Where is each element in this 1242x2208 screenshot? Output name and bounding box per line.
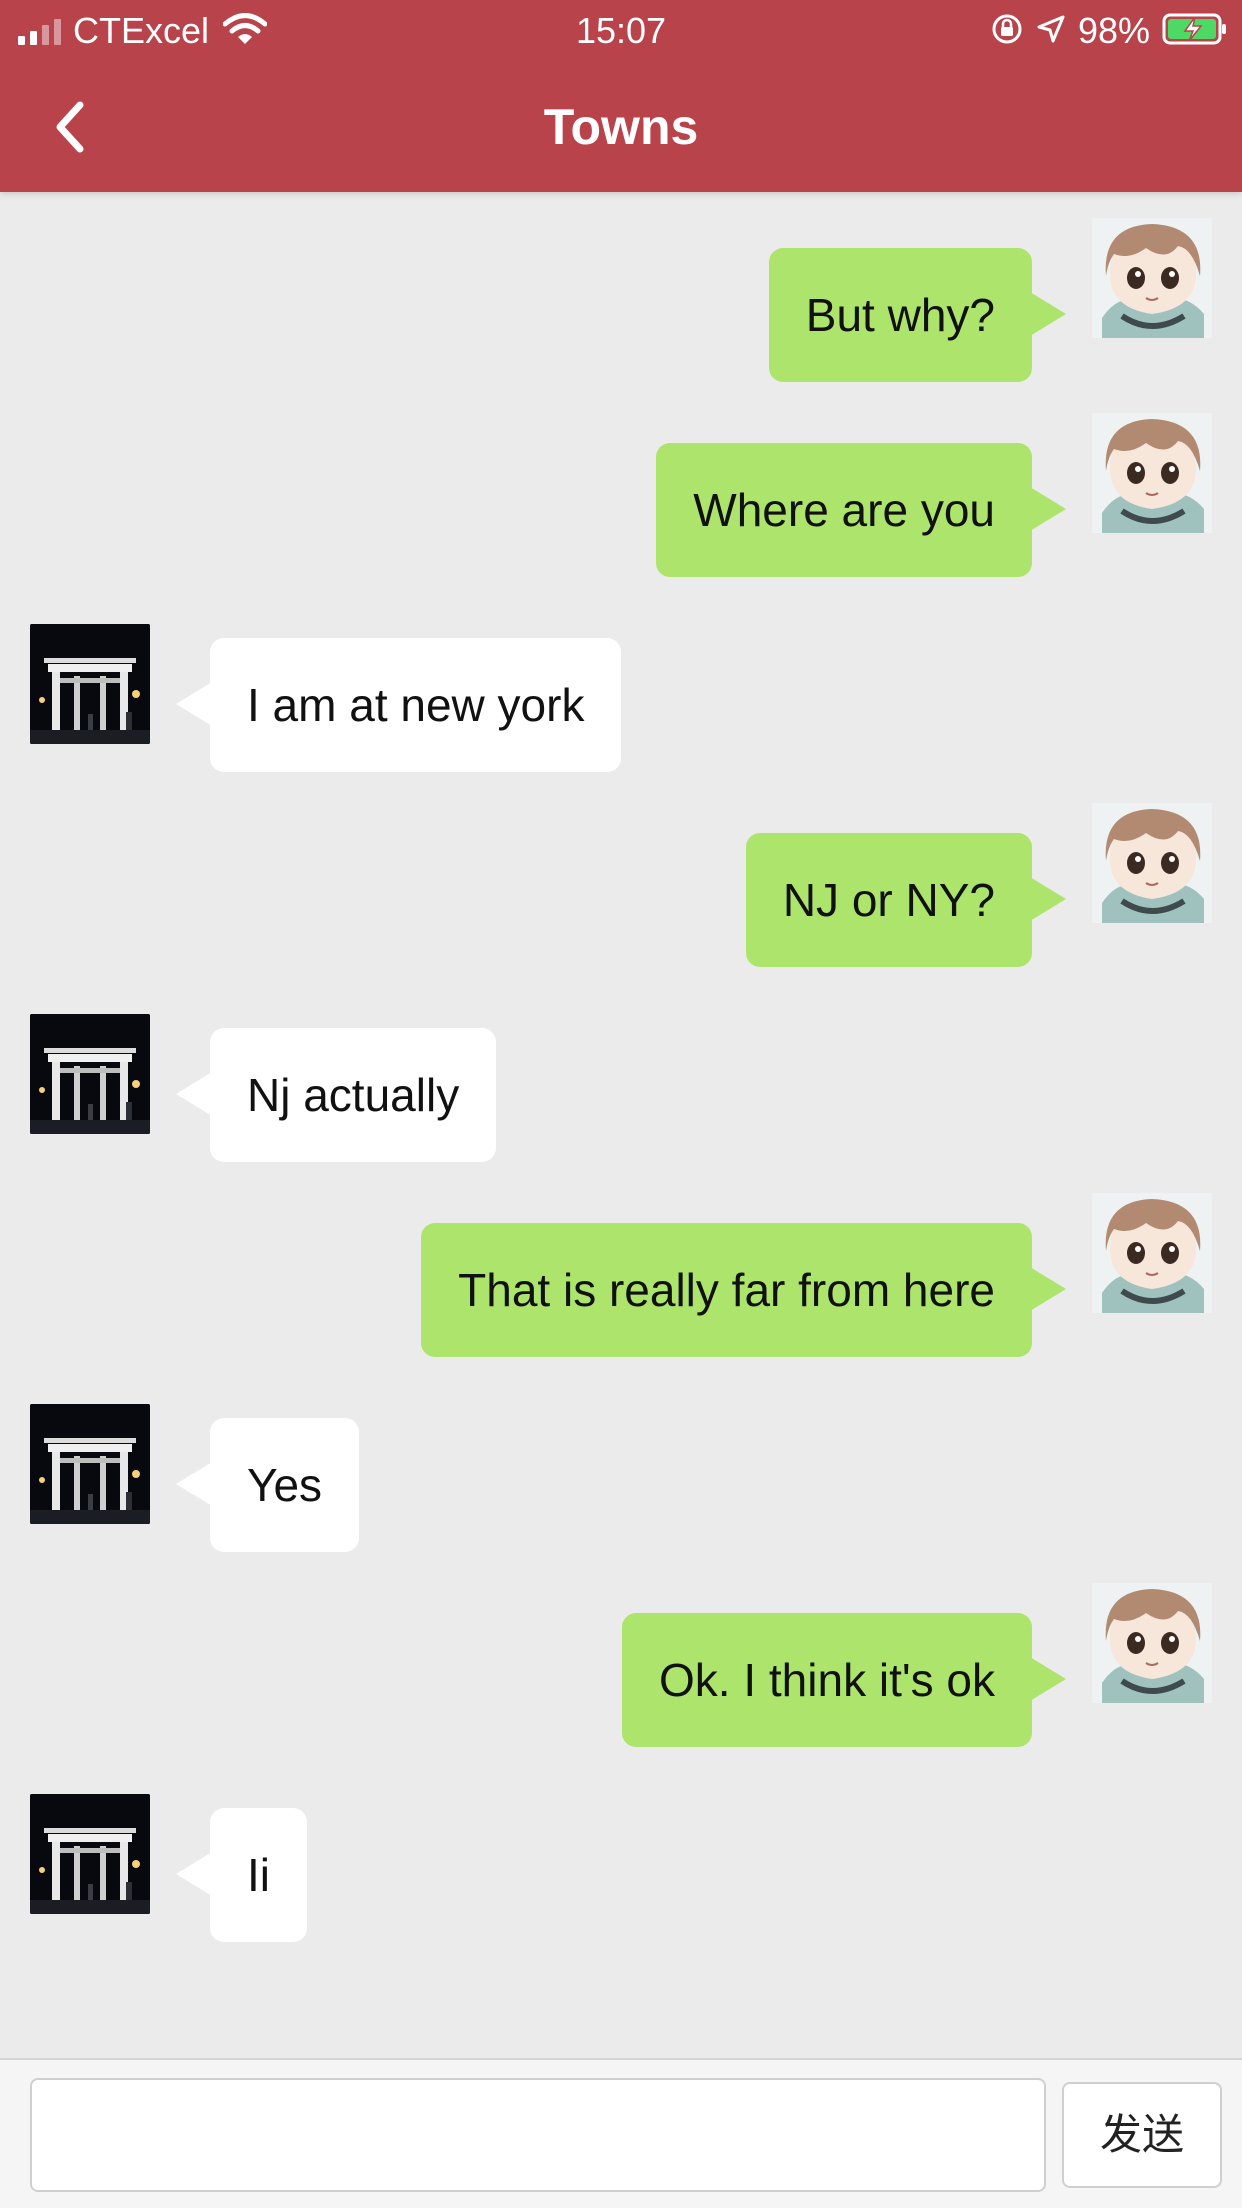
message-bubble[interactable]: Nj actually (175, 1028, 497, 1162)
message-bubble[interactable]: Ok. I think it's ok (622, 1613, 1066, 1747)
message-bubble[interactable]: Ii (176, 1808, 307, 1942)
rotation-lock-icon (990, 12, 1024, 51)
message-bubble[interactable]: Where are you (656, 443, 1066, 577)
chevron-left-icon (56, 101, 84, 153)
outgoing-message: Where are you (0, 413, 1242, 599)
my-avatar[interactable] (1092, 1193, 1212, 1313)
status-bar: CTExcel 15:07 98% (0, 0, 1242, 62)
status-right: 98% (990, 8, 1228, 54)
message-input[interactable] (30, 2078, 1046, 2192)
outgoing-message: NJ or NY? (0, 803, 1242, 989)
contact-avatar[interactable] (30, 1794, 150, 1914)
send-button[interactable]: 发送 (1062, 2082, 1222, 2188)
contact-avatar[interactable] (30, 624, 150, 744)
my-avatar[interactable] (1092, 218, 1212, 338)
my-avatar[interactable] (1092, 1583, 1212, 1703)
back-button[interactable] (40, 92, 100, 162)
nav-bar: Towns (0, 62, 1242, 192)
battery-charging-icon (1162, 13, 1228, 50)
message-bubble[interactable]: NJ or NY? (745, 833, 1067, 967)
incoming-message: Nj actually (0, 1014, 1242, 1184)
incoming-message: I am at new york (0, 624, 1242, 794)
message-bubble[interactable]: Yes (175, 1418, 360, 1552)
outgoing-message: But why? (0, 218, 1242, 404)
message-bubble[interactable]: But why? (768, 248, 1067, 382)
outgoing-message: Ok. I think it's ok (0, 1583, 1242, 1769)
my-avatar[interactable] (1092, 803, 1212, 923)
outgoing-message: That is really far from here (0, 1193, 1242, 1379)
incoming-message: Ii (0, 1794, 1242, 1964)
incoming-message: Yes (0, 1404, 1242, 1574)
my-avatar[interactable] (1092, 413, 1212, 533)
chat-list[interactable]: yeah But why? Where are you I am at new yor… (0, 192, 1242, 2058)
incoming-message: yeah (0, 192, 1242, 209)
battery-percent: 98% (1077, 10, 1150, 51)
message-bubble[interactable]: I am at new york (175, 638, 622, 772)
composer-bar: 发送 (0, 2058, 1242, 2208)
app-header: CTExcel 15:07 98% Towns (0, 0, 1242, 192)
contact-avatar[interactable] (30, 1404, 150, 1524)
contact-avatar[interactable] (30, 1014, 150, 1134)
page-title: Towns (543, 99, 699, 155)
message-bubble[interactable]: That is really far from here (421, 1223, 1066, 1357)
location-arrow-icon (1036, 14, 1066, 49)
